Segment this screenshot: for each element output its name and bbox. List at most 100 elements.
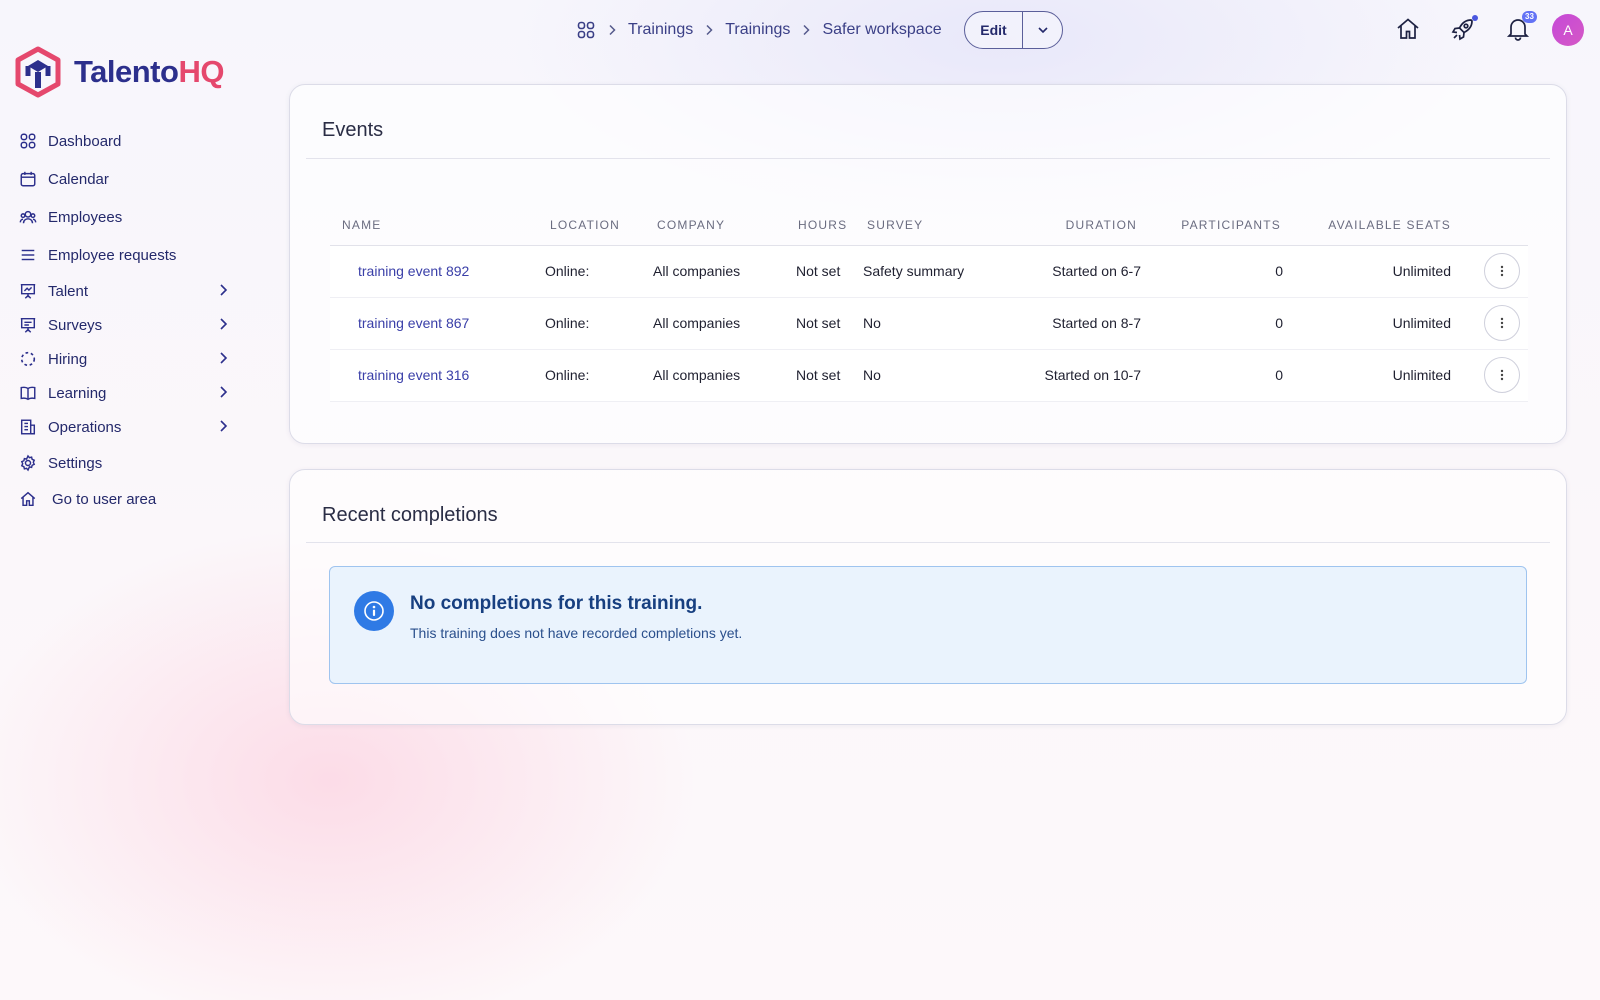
avatar[interactable]: A [1552, 14, 1584, 46]
event-location: Online: [541, 245, 649, 298]
sidebar-item-label: Talent [48, 282, 89, 300]
logo-text-part2: HQ [178, 54, 224, 89]
sidebar-item-label: Calendar [48, 170, 109, 188]
sidebar-item-label: Go to user area [52, 490, 157, 508]
event-location: Online: [541, 297, 649, 350]
event-name-link[interactable]: training event 316 [330, 367, 469, 383]
column-header-survey: SURVEY [863, 205, 1023, 246]
sidebar-item-hiring[interactable]: Hiring [0, 342, 250, 376]
event-location: Online: [541, 349, 649, 402]
building-icon [18, 417, 38, 437]
sidebar-item-label: Learning [48, 384, 107, 402]
breadcrumb: Trainings Trainings Safer workspace [576, 16, 942, 44]
sidebar-item-surveys[interactable]: Surveys [0, 308, 250, 342]
edit-button-group: Edit [964, 11, 1063, 49]
chevron-right-icon [220, 352, 228, 364]
home-icon [1397, 18, 1419, 39]
grid-icon [18, 131, 38, 151]
chevron-right-icon [606, 24, 618, 36]
chevron-right-icon [220, 420, 228, 432]
event-name-cell: training event 316 [330, 349, 541, 402]
sidebar-item-employee-requests[interactable]: Employee requests [0, 238, 250, 272]
sidebar-item-label: Dashboard [48, 132, 122, 150]
event-company: All companies [649, 245, 793, 298]
whats-new-button[interactable] [1450, 15, 1478, 42]
event-survey: Safety summary [863, 245, 1023, 298]
edit-button[interactable]: Edit [965, 12, 1023, 48]
event-duration: Started on 8-7 [1023, 297, 1143, 350]
column-header-available-seats: AVAILABLE SEATS [1285, 205, 1451, 246]
sidebar-item-calendar[interactable]: Calendar [0, 162, 250, 196]
table-row: training event 892 Online: All companies… [330, 245, 1528, 298]
chevron-down-icon [1037, 27, 1048, 34]
event-company: All companies [649, 297, 793, 350]
empty-completions-alert: No completions for this training. This t… [329, 566, 1527, 684]
chevron-right-icon [800, 24, 812, 36]
events-title: Events [322, 119, 384, 141]
column-header-participants: PARTICIPANTS [1143, 205, 1285, 246]
calendar-icon [18, 169, 38, 189]
edit-dropdown-button[interactable] [1023, 12, 1062, 48]
sidebar-item-learning[interactable]: Learning [0, 376, 250, 410]
row-actions-button[interactable] [1484, 305, 1520, 341]
chevron-right-icon [703, 24, 715, 36]
column-header-name[interactable]: NAME [330, 205, 541, 246]
events-table: NAME LOCATION COMPANY HOURS SURVEY DURAT… [330, 205, 1528, 402]
sidebar-item-label: Employee requests [48, 246, 177, 264]
event-name-link[interactable]: training event 892 [330, 263, 469, 279]
list-icon [18, 245, 38, 265]
event-name-cell: training event 867 [330, 297, 541, 350]
event-duration: Started on 6-7 [1023, 245, 1143, 298]
breadcrumb-item-trainings[interactable]: Trainings [628, 21, 693, 39]
info-glyph [364, 601, 384, 621]
sidebar-item-settings[interactable]: Settings [0, 446, 250, 480]
alert-message: This training does not have recorded com… [410, 625, 743, 641]
chevron-right-icon [220, 318, 228, 330]
event-survey: No [863, 349, 1023, 402]
logo-text: TalentoHQ [74, 54, 224, 90]
sidebar-item-employees[interactable]: Employees [0, 200, 250, 234]
column-header-duration: DURATION [1023, 205, 1143, 246]
sidebar-item-operations[interactable]: Operations [0, 410, 250, 444]
chevron-right-icon [220, 386, 228, 398]
grid-home-icon[interactable] [576, 20, 596, 40]
sidebar-item-label: Operations [48, 418, 122, 436]
event-survey: No [863, 297, 1023, 350]
event-participants: 0 [1143, 349, 1285, 402]
event-actions-cell [1451, 349, 1528, 402]
event-hours: Not set [793, 245, 863, 298]
gear-icon [18, 453, 38, 473]
event-available-seats: Unlimited [1285, 245, 1451, 298]
row-actions-button[interactable] [1484, 357, 1520, 393]
presentation-chart-icon [18, 281, 38, 301]
book-icon [18, 383, 38, 403]
sidebar-item-go-to-user-area[interactable]: Go to user area [0, 482, 250, 516]
new-indicator-dot [1472, 15, 1478, 21]
event-duration: Started on 10-7 [1023, 349, 1143, 402]
row-actions-button[interactable] [1484, 253, 1520, 289]
column-header-location: LOCATION [541, 205, 649, 246]
notifications-button[interactable]: 33 [1505, 11, 1537, 42]
event-name-cell: training event 892 [330, 245, 541, 298]
breadcrumb-item-trainings-2[interactable]: Trainings [725, 21, 790, 39]
presentation-board-icon [18, 315, 38, 335]
table-row: training event 867 Online: All companies… [330, 297, 1528, 350]
talentohq-logo[interactable]: TalentoHQ [14, 46, 224, 98]
event-available-seats: Unlimited [1285, 297, 1451, 350]
event-hours: Not set [793, 297, 863, 350]
event-company: All companies [649, 349, 793, 402]
sidebar-item-label: Settings [48, 454, 103, 472]
sidebar-item-dashboard[interactable]: Dashboard [0, 124, 250, 158]
event-name-link[interactable]: training event 867 [330, 315, 469, 331]
table-row: training event 316 Online: All companies… [330, 349, 1528, 402]
sidebar-item-label: Employees [48, 208, 123, 226]
more-vertical-icon [1500, 369, 1504, 381]
notification-count-badge: 33 [1522, 11, 1537, 23]
column-header-company: COMPANY [649, 205, 793, 246]
event-available-seats: Unlimited [1285, 349, 1451, 402]
sidebar-item-talent[interactable]: Talent [0, 274, 250, 308]
home-button[interactable] [1395, 16, 1421, 42]
dashed-circle-icon [18, 349, 38, 369]
column-header-hours: HOURS [793, 205, 863, 246]
event-hours: Not set [793, 349, 863, 402]
